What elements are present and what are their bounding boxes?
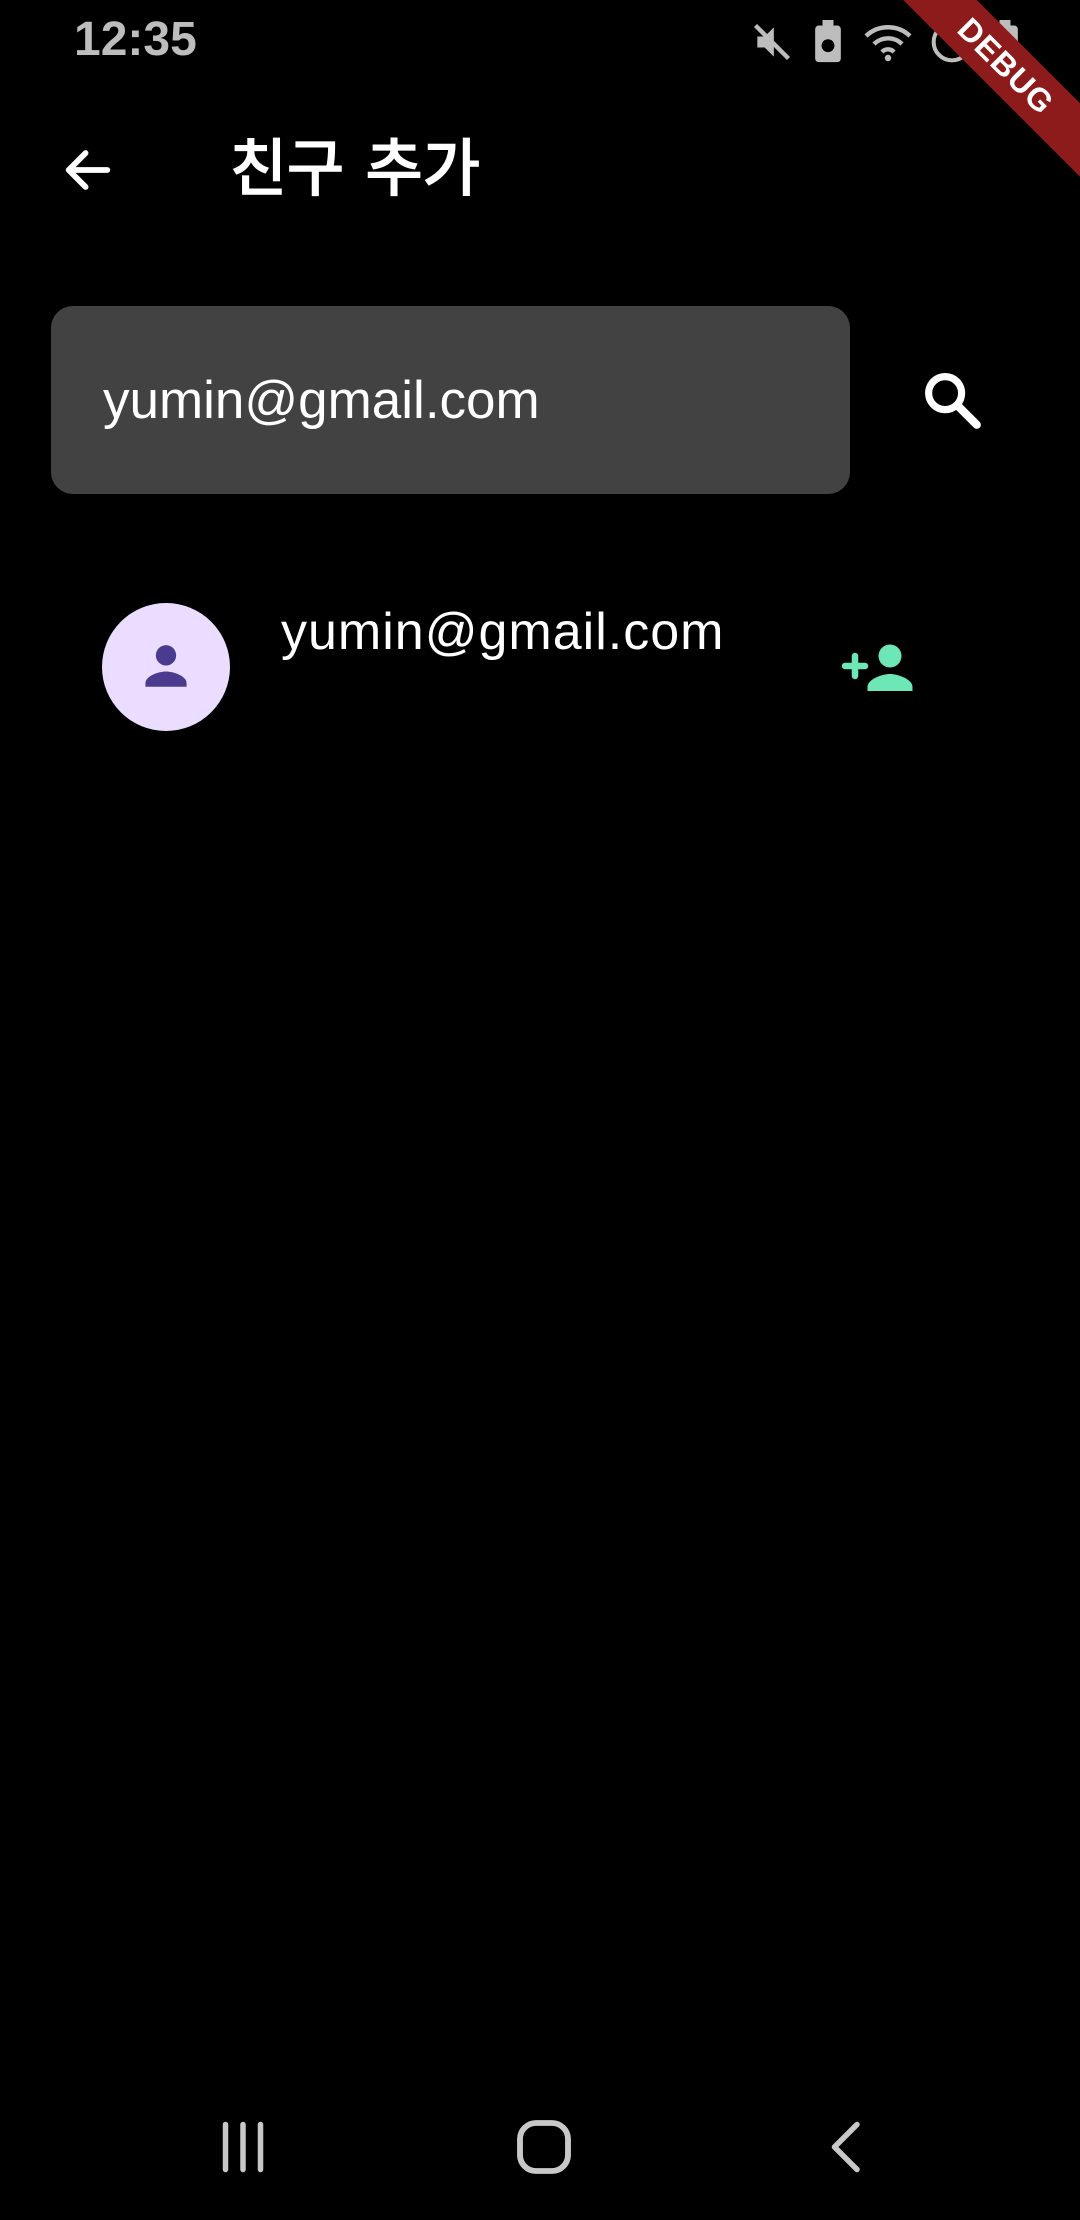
back-button[interactable]	[44, 128, 132, 216]
home-button[interactable]	[484, 2104, 604, 2194]
avatar	[102, 603, 230, 731]
navigation-bar	[0, 2090, 1080, 2200]
recent-apps-icon	[213, 2117, 273, 2181]
app-bar: 친구 추가	[0, 110, 1080, 220]
person-icon	[137, 636, 195, 698]
search-input[interactable]	[103, 366, 803, 436]
status-time: 12:35	[74, 13, 197, 66]
search-icon	[919, 367, 985, 437]
search-field[interactable]	[51, 306, 850, 494]
wifi-icon	[862, 20, 914, 64]
arrow-back-icon	[59, 141, 117, 203]
result-email: yumin@gmail.com	[281, 603, 725, 661]
add-friend-button[interactable]	[830, 618, 930, 718]
list-item: yumin@gmail.com	[0, 580, 1080, 760]
battery-saver-icon	[810, 20, 846, 64]
recent-apps-button[interactable]	[183, 2104, 303, 2194]
page-title: 친구 추가	[230, 132, 480, 205]
screen: 12:35 DEBUG 친구 추가 yumin@gmail.com yumin@…	[0, 0, 1080, 2220]
search-button[interactable]	[900, 350, 1004, 454]
person-add-icon	[841, 636, 918, 700]
mute-icon	[750, 20, 794, 64]
system-back-button[interactable]	[787, 2104, 907, 2194]
back-icon	[817, 2117, 877, 2181]
home-icon	[512, 2115, 576, 2183]
